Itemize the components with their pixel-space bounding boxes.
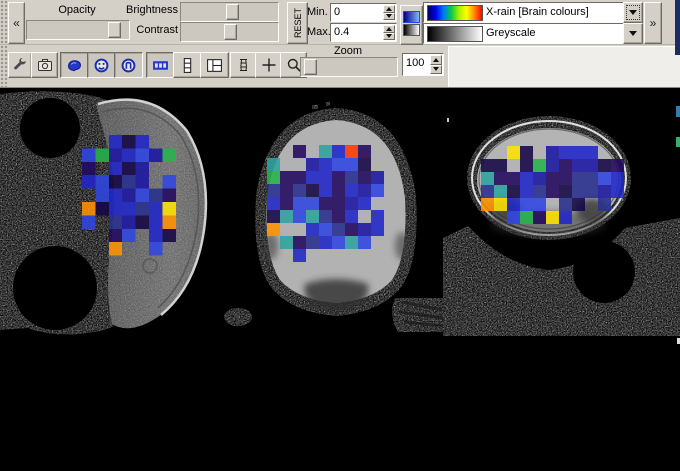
layout-vertical-button[interactable] bbox=[173, 52, 202, 78]
zoom-spin-up[interactable] bbox=[430, 55, 442, 65]
base-colormap-combobox[interactable]: Greyscale bbox=[423, 23, 624, 44]
opacity-slider-handle[interactable] bbox=[108, 22, 121, 38]
slice-viewport[interactable] bbox=[0, 88, 680, 471]
contrast-slider-handle[interactable] bbox=[224, 24, 237, 40]
mri-views-canvas bbox=[0, 88, 680, 471]
max-spin-up[interactable] bbox=[383, 25, 395, 33]
sagittal-view-button[interactable] bbox=[60, 52, 89, 78]
brightness-label: Brightness bbox=[126, 4, 178, 16]
reset-button-label: RESET bbox=[293, 8, 303, 38]
min-spin-up[interactable] bbox=[383, 5, 395, 13]
min-spin-down[interactable] bbox=[383, 13, 395, 21]
layout-vertical-icon bbox=[179, 57, 196, 74]
zoom-slider[interactable] bbox=[300, 57, 398, 77]
overlay-layer-chip[interactable] bbox=[403, 11, 420, 23]
coronal-brain-icon bbox=[93, 57, 110, 74]
tools-toolbar: Zoom 100 bbox=[0, 45, 680, 88]
collapse-left-button[interactable]: « bbox=[8, 2, 25, 44]
crosshair-tool-icon bbox=[261, 57, 277, 73]
base-colormap-label: Greyscale bbox=[486, 27, 536, 39]
image-viewer-window: « Opacity Brightness Contrast RESET Min.… bbox=[0, 0, 680, 471]
chevron-down-icon bbox=[629, 10, 637, 15]
overlay-colormap-swatch bbox=[427, 5, 483, 21]
reset-button[interactable]: RESET bbox=[287, 2, 308, 44]
brightness-slider[interactable] bbox=[180, 2, 279, 22]
zoom-slider-handle[interactable] bbox=[304, 59, 317, 75]
base-colormap-swatch bbox=[427, 26, 483, 42]
tools-button[interactable] bbox=[8, 52, 32, 78]
toolbar-grip[interactable] bbox=[0, 0, 7, 44]
toolbar-grip[interactable] bbox=[0, 45, 7, 87]
min-label: Min. bbox=[307, 6, 328, 18]
zoom-label: Zoom bbox=[300, 45, 396, 57]
layout-grid-icon bbox=[206, 57, 223, 74]
sagittal-brain-icon bbox=[66, 57, 83, 74]
contrast-label: Contrast bbox=[126, 24, 178, 36]
zoom-spin-down[interactable] bbox=[430, 65, 442, 75]
base-layer-chip[interactable] bbox=[403, 24, 420, 36]
display-toolbar: « Opacity Brightness Contrast RESET Min.… bbox=[0, 0, 680, 45]
coronal-view-button[interactable] bbox=[87, 52, 116, 78]
axial-brain-icon bbox=[120, 57, 137, 74]
opacity-slider[interactable] bbox=[26, 20, 130, 40]
overlay-colormap-combobox[interactable]: X-rain [Brain colours] bbox=[423, 2, 624, 23]
min-value: 0 bbox=[334, 6, 340, 18]
camera-icon bbox=[37, 57, 53, 73]
chevron-down-icon bbox=[629, 31, 637, 36]
toolbar-empty-area bbox=[448, 46, 676, 87]
base-colormap-dropdown-button[interactable] bbox=[623, 23, 643, 44]
max-label: Max. bbox=[307, 26, 331, 38]
wrench-icon bbox=[12, 57, 28, 73]
collapse-right-button[interactable]: » bbox=[644, 2, 662, 44]
pan-tool-icon bbox=[236, 57, 252, 73]
layout-horizontal-icon bbox=[152, 57, 169, 74]
max-value: 0.4 bbox=[334, 26, 349, 38]
sagittal-view[interactable] bbox=[0, 88, 220, 348]
overlay-colormap-dropdown-button[interactable] bbox=[623, 2, 643, 23]
max-spin-down[interactable] bbox=[383, 33, 395, 41]
layout-grid-button[interactable] bbox=[200, 52, 229, 78]
coronal-view[interactable] bbox=[225, 88, 455, 348]
zoom-value-spinbox[interactable]: 100 bbox=[402, 53, 444, 76]
window-edge-strip bbox=[675, 0, 680, 55]
toolbar-corner-fill bbox=[675, 55, 680, 87]
min-value-spinbox[interactable]: 0 bbox=[330, 3, 397, 22]
axial-view[interactable] bbox=[443, 98, 680, 338]
layer-list-button[interactable] bbox=[400, 5, 423, 45]
contrast-slider[interactable] bbox=[180, 22, 279, 42]
axial-black-cutout bbox=[573, 241, 635, 303]
brightness-slider-handle[interactable] bbox=[226, 4, 239, 20]
snapshot-button[interactable] bbox=[31, 52, 58, 78]
pan-tool-button[interactable] bbox=[230, 52, 257, 78]
overlay-colormap-label: X-rain [Brain colours] bbox=[486, 6, 589, 18]
crosshair-tool-button[interactable] bbox=[255, 52, 282, 78]
max-value-spinbox[interactable]: 0.4 bbox=[330, 23, 397, 42]
axial-view-button[interactable] bbox=[114, 52, 143, 78]
layout-horizontal-button[interactable] bbox=[146, 52, 175, 78]
opacity-label: Opacity bbox=[26, 4, 128, 16]
zoom-value: 100 bbox=[406, 57, 424, 69]
